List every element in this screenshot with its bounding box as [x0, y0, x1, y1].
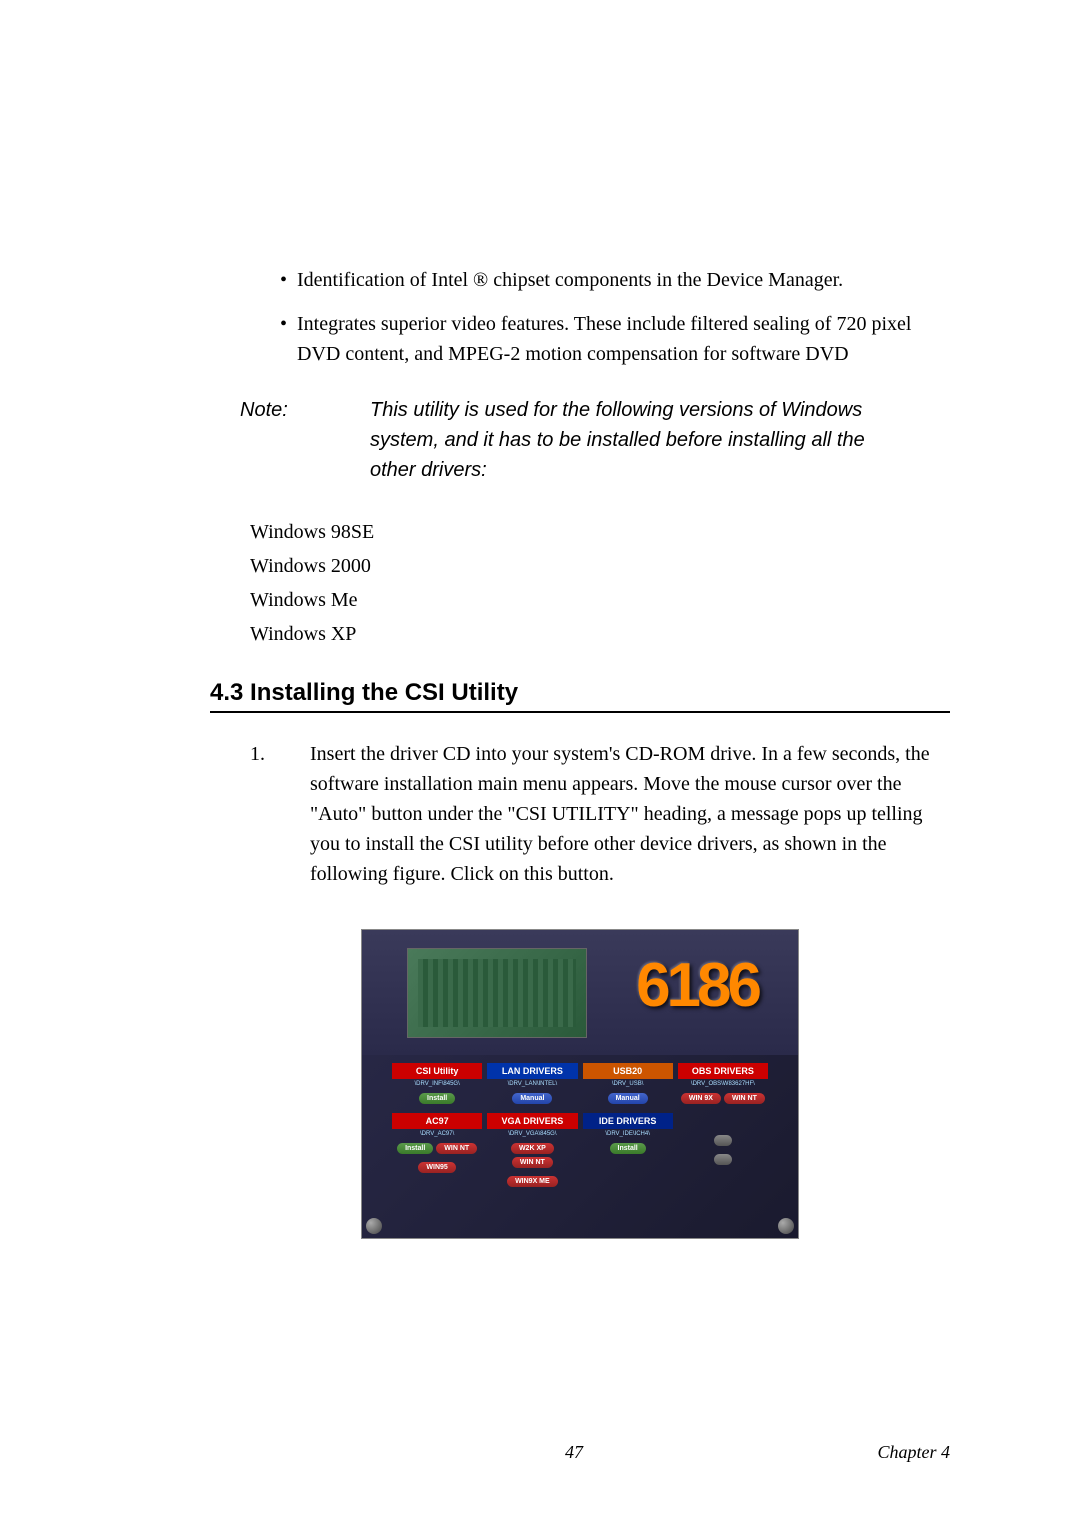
- os-item: Windows 2000: [250, 549, 950, 583]
- section-heading: 4.3 Installing the CSI Utility: [210, 679, 950, 707]
- installer-screenshot: 6186 CSI Utility \DRV_INF\845G\ Install …: [361, 929, 799, 1239]
- panel-blank: [678, 1113, 768, 1191]
- panel-ac97: AC97 \DRV_AC97\ Install WIN NT WIN95: [392, 1113, 482, 1191]
- corner-decoration: [366, 1218, 382, 1234]
- panel-path: \DRV_OBS\W83627HF\: [678, 1079, 768, 1089]
- step-number: 1.: [250, 739, 310, 889]
- panel-path: \DRV_AC97\: [392, 1129, 482, 1139]
- manual-button[interactable]: Manual: [608, 1093, 648, 1104]
- note-label: Note:: [240, 395, 370, 485]
- panel-title: VGA DRIVERS: [487, 1113, 577, 1129]
- page-number: 47: [565, 1442, 583, 1463]
- install-button[interactable]: Install: [610, 1143, 646, 1154]
- note-row: Note: This utility is used for the follo…: [240, 395, 950, 485]
- help-button[interactable]: [714, 1135, 732, 1146]
- os-list: Windows 98SE Windows 2000 Windows Me Win…: [250, 515, 950, 651]
- bullet-list: • Identification of Intel ® chipset comp…: [280, 265, 950, 369]
- panel-path: \DRV_IDE\ICH4\: [583, 1129, 673, 1139]
- board-image: [407, 948, 587, 1038]
- win9x-button[interactable]: WIN 9X: [681, 1093, 721, 1104]
- panel-path: \DRV_USB\: [583, 1079, 673, 1089]
- panel-lan: LAN DRIVERS \DRV_LAN\INTEL\ Manual: [487, 1063, 577, 1108]
- panel-title: IDE DRIVERS: [583, 1113, 673, 1129]
- step-text: Insert the driver CD into your system's …: [310, 739, 950, 889]
- panel-ide: IDE DRIVERS \DRV_IDE\ICH4\ Install: [583, 1113, 673, 1191]
- numbered-step: 1. Insert the driver CD into your system…: [250, 739, 950, 889]
- page-footer: 47 Chapter 4: [210, 1442, 950, 1463]
- exit-button[interactable]: [714, 1154, 732, 1165]
- winnt-button[interactable]: WIN NT: [724, 1093, 765, 1104]
- panel-title: LAN DRIVERS: [487, 1063, 577, 1079]
- bullet-item: • Integrates superior video features. Th…: [280, 309, 950, 369]
- bullet-dot: •: [280, 265, 287, 295]
- bullet-item: • Identification of Intel ® chipset comp…: [280, 265, 950, 295]
- panel-path: \DRV_INF\845G\: [392, 1079, 482, 1089]
- panel-title: OBS DRIVERS: [678, 1063, 768, 1079]
- panel-title: AC97: [392, 1113, 482, 1129]
- manual-button[interactable]: Manual: [512, 1093, 552, 1104]
- bullet-text: Identification of Intel ® chipset compon…: [297, 265, 950, 295]
- win95-button[interactable]: WIN95: [418, 1162, 455, 1173]
- panel-obs: OBS DRIVERS \DRV_OBS\W83627HF\ WIN 9X WI…: [678, 1063, 768, 1108]
- installer-header: 6186: [362, 930, 798, 1055]
- install-button[interactable]: Install: [397, 1143, 433, 1154]
- panel-csi: CSI Utility \DRV_INF\845G\ Install: [392, 1063, 482, 1108]
- install-button[interactable]: Install: [419, 1093, 455, 1104]
- note-text: This utility is used for the following v…: [370, 395, 950, 485]
- winnt-button[interactable]: WIN NT: [512, 1157, 553, 1168]
- panel-vga: VGA DRIVERS \DRV_VGA\845G\ W2K XP WIN NT…: [487, 1113, 577, 1191]
- bullet-dot: •: [280, 309, 287, 369]
- panel-path: \DRV_VGA\845G\: [487, 1129, 577, 1139]
- os-item: Windows XP: [250, 617, 950, 651]
- corner-decoration: [778, 1218, 794, 1234]
- chapter-label: Chapter 4: [877, 1442, 950, 1463]
- os-item: Windows Me: [250, 583, 950, 617]
- panel-title: USB20: [583, 1063, 673, 1079]
- heading-divider: [210, 711, 950, 713]
- winnt-button[interactable]: WIN NT: [436, 1143, 477, 1154]
- panel-path: \DRV_LAN\INTEL\: [487, 1079, 577, 1089]
- installer-logo: 6186: [636, 950, 758, 1021]
- panel-usb: USB20 \DRV_USB\ Manual: [583, 1063, 673, 1108]
- panel-title: CSI Utility: [392, 1063, 482, 1079]
- installer-panels: CSI Utility \DRV_INF\845G\ Install LAN D…: [362, 1055, 798, 1199]
- w2kxp-button[interactable]: W2K XP: [511, 1143, 554, 1154]
- bullet-text: Integrates superior video features. Thes…: [297, 309, 950, 369]
- win9xme-button[interactable]: WIN9X ME: [507, 1176, 558, 1187]
- os-item: Windows 98SE: [250, 515, 950, 549]
